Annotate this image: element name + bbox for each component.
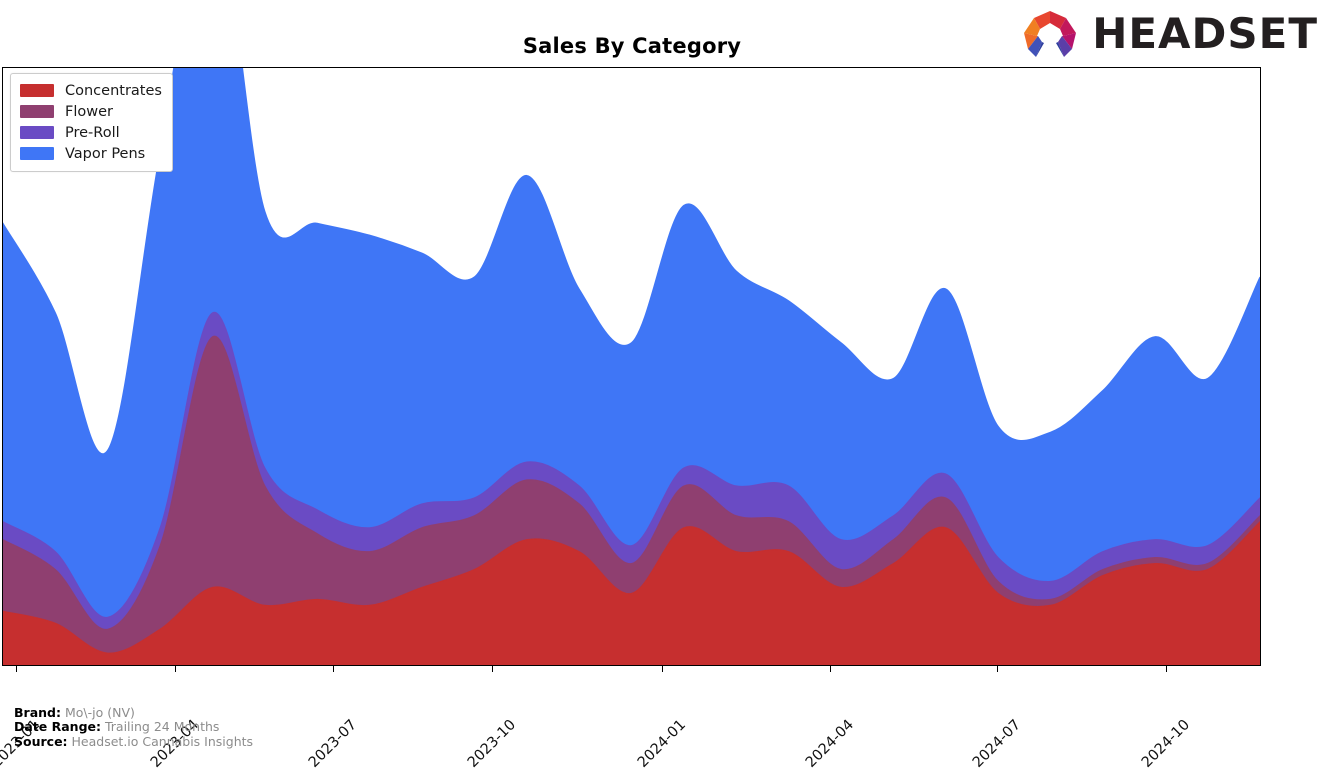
footer-row-brand: Brand: Mo\-jo (NV)	[14, 705, 253, 720]
x-axis-tick-mark	[1166, 666, 1167, 672]
footer-key-date-range: Date Range:	[14, 719, 101, 735]
x-axis-tick-label: 2024-01	[634, 716, 690, 771]
legend-swatch-pre-roll	[20, 126, 54, 139]
footer-key-brand: Brand:	[14, 705, 61, 720]
footer-value-source: Headset.io Cannabis Insights	[71, 733, 254, 749]
footer-value-date-range: Trailing 24 Months	[104, 719, 220, 735]
footer-row-source: Source: Headset.io Cannabis Insights	[14, 733, 254, 749]
footer-row-date-range: Date Range: Trailing 24 Months	[14, 720, 253, 734]
x-axis-tick-mark	[175, 666, 176, 672]
chart-legend: Concentrates Flower Pre-Roll Vapor Pens	[10, 73, 173, 172]
legend-item-vapor-pens[interactable]: Vapor Pens	[20, 143, 162, 164]
legend-label-flower: Flower	[65, 103, 113, 120]
legend-item-flower[interactable]: Flower	[20, 101, 162, 122]
legend-swatch-flower	[20, 105, 54, 118]
chart-plot-area	[2, 67, 1261, 666]
stacked-area-chart	[3, 68, 1260, 665]
legend-item-pre-roll[interactable]: Pre-Roll	[20, 122, 162, 143]
x-axis-tick-mark	[16, 666, 17, 672]
x-axis-tick-label: 2024-10	[1138, 716, 1194, 771]
legend-item-concentrates[interactable]: Concentrates	[20, 80, 162, 101]
x-axis-tick-label: 2023-07	[305, 716, 361, 771]
x-axis-tick-mark	[492, 666, 493, 672]
x-axis-tick-mark	[997, 666, 998, 672]
legend-label-pre-roll: Pre-Roll	[65, 124, 120, 141]
x-axis-tick-mark	[662, 666, 663, 672]
headset-brand-logo: HEADSET	[1018, 8, 1318, 60]
legend-label-concentrates: Concentrates	[65, 82, 162, 99]
footer-value-brand: Mo\-jo (NV)	[64, 705, 135, 720]
headset-wordmark: HEADSET	[1092, 9, 1318, 58]
legend-swatch-concentrates	[20, 84, 54, 97]
headset-hexagon-logo-icon	[1024, 11, 1077, 57]
chart-footer: Brand: Mo\-jo (NV) Date Range: Trailing …	[14, 705, 254, 749]
footer-key-source: Source:	[14, 733, 68, 749]
x-axis-tick-label: 2024-07	[969, 716, 1025, 771]
x-axis-tick-mark	[830, 666, 831, 672]
legend-label-vapor-pens: Vapor Pens	[65, 145, 146, 162]
legend-swatch-vapor-pens	[20, 147, 54, 160]
x-axis-tick-label: 2023-10	[464, 716, 520, 771]
chart-page: Sales By Category HEADSET Concentrates F	[0, 0, 1324, 771]
x-axis-tick-mark	[333, 666, 334, 672]
x-axis-tick-label: 2024-04	[802, 716, 858, 771]
